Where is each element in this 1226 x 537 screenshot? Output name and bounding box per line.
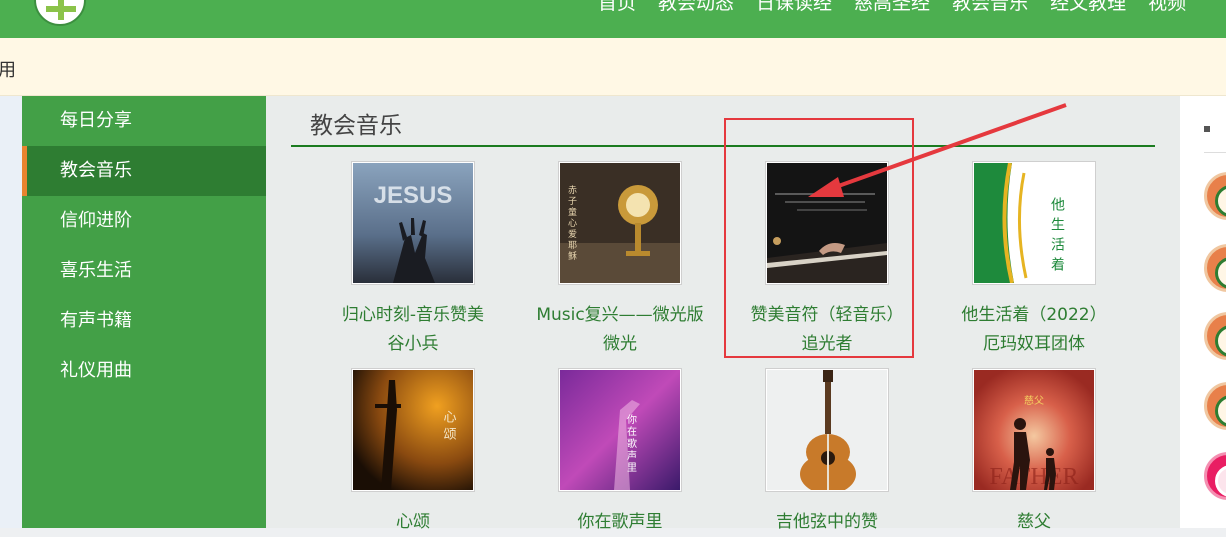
album-cover-label: 赤子童心爱耶稣 bbox=[567, 185, 577, 262]
page-left-margin bbox=[0, 96, 22, 528]
album-card[interactable]: 心颂 心颂 bbox=[318, 368, 508, 537]
sidebar-item-liturgy-music[interactable]: 礼仪用曲 bbox=[22, 346, 266, 396]
album-title[interactable]: 慈父 bbox=[939, 508, 1129, 537]
avatar[interactable] bbox=[1204, 244, 1226, 292]
album-cover-label: 他生活着 bbox=[1050, 197, 1066, 277]
album-artist[interactable]: 微光 bbox=[525, 330, 715, 359]
sidebar-item-audiobooks[interactable]: 有声书籍 bbox=[22, 296, 266, 346]
album-cover-art: 心颂 bbox=[353, 370, 473, 490]
album-cover[interactable] bbox=[765, 161, 889, 285]
album-card[interactable]: 赞美音符（轻音乐） 追光者 bbox=[732, 161, 922, 359]
album-cover-label: 你在歌声里 bbox=[625, 413, 637, 474]
sidebar-item-church-music[interactable]: 教会音乐 bbox=[22, 146, 266, 196]
top-navigation-bar: 首页 教会动态 日课读经 慈高圣经 教会音乐 经文教理 视频 bbox=[0, 0, 1226, 38]
site-logo-icon[interactable] bbox=[34, 0, 86, 26]
album-cover-art: 赤子童心爱耶稣 bbox=[560, 163, 680, 283]
album-card[interactable]: 慈父 FATHER 慈父 bbox=[939, 368, 1129, 537]
album-title[interactable]: 吉他弦中的赞 bbox=[732, 508, 922, 537]
album-cover-art: 你在歌声里 bbox=[560, 370, 680, 490]
album-cover[interactable]: 慈父 FATHER bbox=[972, 368, 1096, 492]
album-title[interactable]: 心颂 bbox=[318, 508, 508, 537]
right-heading-mark bbox=[1204, 126, 1210, 132]
album-title[interactable]: 归心时刻-音乐赞美 bbox=[318, 301, 508, 330]
album-cover-label-latin: FATHER bbox=[990, 464, 1079, 490]
main-nav: 首页 教会动态 日课读经 慈高圣经 教会音乐 经文教理 视频 bbox=[598, 0, 1186, 15]
album-title[interactable]: 赞美音符（轻音乐） bbox=[732, 301, 922, 330]
title-divider bbox=[291, 145, 1155, 147]
nav-daily-readings[interactable]: 日课读经 bbox=[756, 0, 832, 15]
album-card[interactable]: 他生活着 他生活着（2022） 厄玛奴耳团体 bbox=[939, 161, 1129, 359]
album-cover[interactable] bbox=[765, 368, 889, 492]
category-sidebar: 每日分享 教会音乐 信仰进阶 喜乐生活 有声书籍 礼仪用曲 bbox=[22, 96, 266, 528]
album-cover-art bbox=[767, 370, 887, 490]
album-artist[interactable]: 谷小兵 bbox=[318, 330, 508, 359]
sidebar-item-daily-share[interactable]: 每日分享 bbox=[22, 96, 266, 146]
sidebar-item-joyful-life[interactable]: 喜乐生活 bbox=[22, 246, 266, 296]
album-cover[interactable]: JESUS bbox=[351, 161, 475, 285]
album-cover[interactable]: 你在歌声里 bbox=[558, 368, 682, 492]
nav-bible[interactable]: 慈高圣经 bbox=[854, 0, 930, 15]
page-title: 教会音乐 bbox=[310, 113, 402, 139]
nav-church-news[interactable]: 教会动态 bbox=[658, 0, 734, 15]
album-cover-art: 他生活着 bbox=[974, 163, 1094, 283]
album-card[interactable]: 你在歌声里 你在歌声里 bbox=[525, 368, 715, 537]
sidebar-item-faith-advance[interactable]: 信仰进阶 bbox=[22, 196, 266, 246]
nav-video[interactable]: 视频 bbox=[1148, 0, 1186, 15]
right-divider bbox=[1204, 152, 1226, 153]
nav-church-music[interactable]: 教会音乐 bbox=[952, 0, 1028, 15]
notice-bar: 用 bbox=[0, 38, 1226, 96]
album-title[interactable]: 你在歌声里 bbox=[525, 508, 715, 537]
album-card[interactable]: 吉他弦中的赞 bbox=[732, 368, 922, 537]
album-cover-art: 慈父 FATHER bbox=[974, 370, 1094, 490]
avatar[interactable] bbox=[1204, 312, 1226, 360]
avatar[interactable] bbox=[1204, 382, 1226, 430]
album-title[interactable]: 他生活着（2022） bbox=[939, 301, 1129, 330]
avatar[interactable] bbox=[1204, 172, 1226, 220]
avatar[interactable] bbox=[1204, 452, 1226, 500]
right-sidebar bbox=[1180, 96, 1226, 528]
album-cover[interactable]: 心颂 bbox=[351, 368, 475, 492]
album-cover[interactable]: 赤子童心爱耶稣 bbox=[558, 161, 682, 285]
album-title[interactable]: Music复兴——微光版 bbox=[525, 301, 715, 330]
album-cover-art: JESUS bbox=[353, 163, 473, 283]
album-cover-label: JESUS bbox=[374, 182, 453, 209]
album-artist[interactable]: 追光者 bbox=[732, 330, 922, 359]
album-card[interactable]: JESUS 归心时刻-音乐赞美 谷小兵 bbox=[318, 161, 508, 359]
album-artist[interactable]: 厄玛奴耳团体 bbox=[939, 330, 1129, 359]
nav-home[interactable]: 首页 bbox=[598, 0, 636, 15]
album-cover-label: 慈父 bbox=[1024, 394, 1044, 407]
nav-catechism[interactable]: 经文教理 bbox=[1050, 0, 1126, 15]
album-card[interactable]: 赤子童心爱耶稣 Music复兴——微光版 微光 bbox=[525, 161, 715, 359]
album-cover[interactable]: 他生活着 bbox=[972, 161, 1096, 285]
notice-text: 用 bbox=[0, 60, 16, 81]
main-content: 教会音乐 JESUS 归心时刻-音乐赞美 谷小兵 赤子童心爱耶稣 Music复兴… bbox=[266, 96, 1180, 532]
album-cover-label: 心颂 bbox=[442, 410, 457, 444]
album-cover-art bbox=[767, 163, 887, 283]
